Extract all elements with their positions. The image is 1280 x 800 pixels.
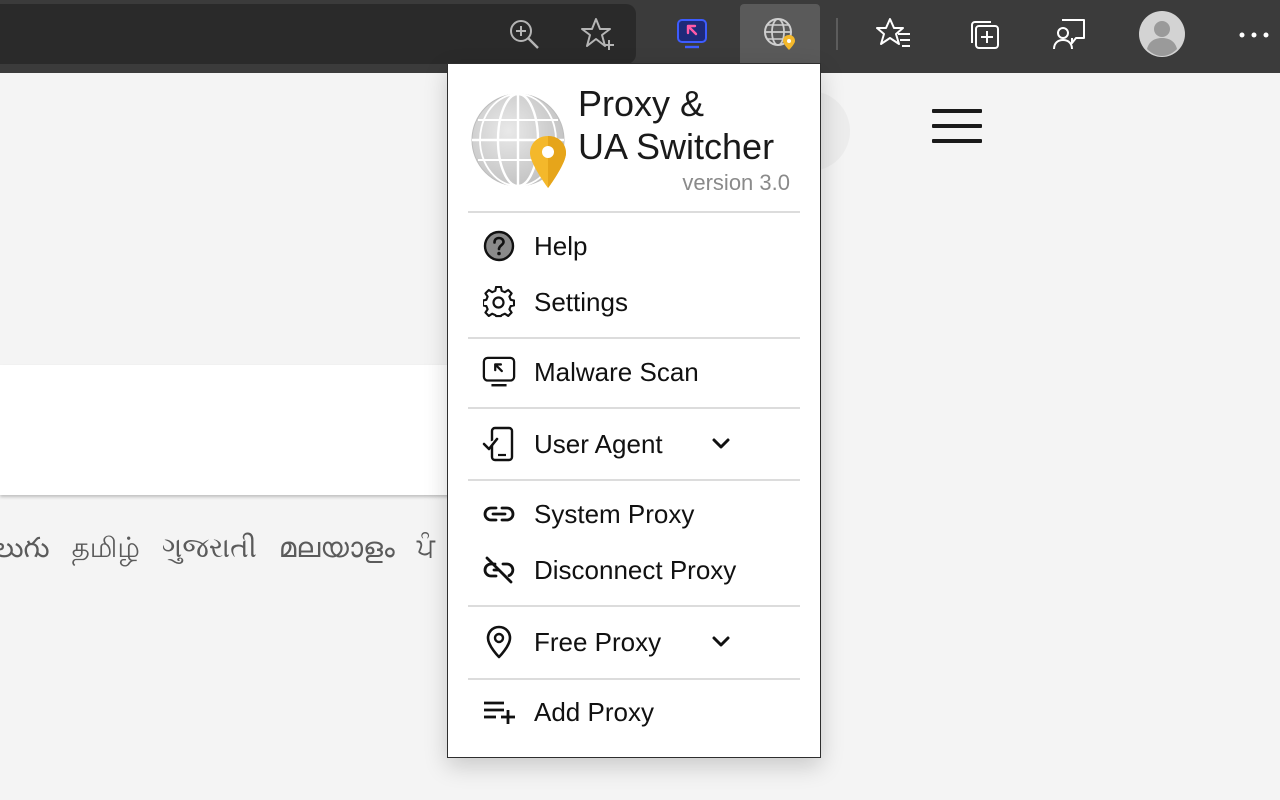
- language-links: లుగు தமிழ் ગુજરાતી മലയാളം ਪੰ: [0, 531, 457, 571]
- gear-icon: [482, 285, 516, 319]
- zoom-icon[interactable]: [502, 14, 546, 54]
- menu-item-add-proxy[interactable]: Add Proxy: [468, 687, 800, 737]
- divider: [468, 605, 800, 607]
- menu-item-label: User Agent: [534, 428, 663, 459]
- divider: [468, 678, 800, 680]
- link-icon: [482, 497, 516, 531]
- playlist-add-icon: [482, 695, 516, 729]
- menu-item-system-proxy[interactable]: System Proxy: [468, 489, 800, 539]
- menu-item-label: Settings: [534, 286, 628, 317]
- chevron-down-icon[interactable]: [710, 631, 732, 653]
- profile-avatar[interactable]: [1138, 10, 1186, 58]
- menu-item-label: Malware Scan: [534, 356, 699, 387]
- version-label: version 3.0: [682, 170, 790, 195]
- menu-item-free-proxy[interactable]: Free Proxy: [468, 617, 800, 667]
- menu-item-label: Help: [534, 230, 588, 261]
- menu-item-help[interactable]: Help: [468, 221, 800, 271]
- more-options-icon[interactable]: [1234, 20, 1274, 50]
- link-off-icon: [482, 553, 516, 587]
- language-link[interactable]: മലയാളം: [279, 531, 395, 564]
- menu-item-label: Add Proxy: [534, 696, 654, 727]
- proxy-extension-icon[interactable]: [740, 4, 820, 64]
- menu-item-user-agent[interactable]: User Agent: [468, 419, 800, 469]
- menu-item-label: Free Proxy: [534, 626, 662, 657]
- page-search-box[interactable]: [0, 365, 460, 495]
- proxy-switcher-popup: Proxy & UA Switcher version 3.0 Help Set…: [447, 63, 821, 758]
- favorites-icon[interactable]: [872, 14, 916, 54]
- divider: [468, 479, 800, 481]
- help-icon: [482, 229, 516, 263]
- menu-item-settings[interactable]: Settings: [468, 277, 800, 327]
- divider: [468, 337, 800, 339]
- language-link[interactable]: தமிழ்: [72, 531, 140, 564]
- device-check-icon: [482, 426, 516, 462]
- language-link[interactable]: ਪੰ: [417, 531, 435, 564]
- add-favorite-icon[interactable]: [576, 14, 620, 54]
- divider: [468, 211, 800, 213]
- language-link[interactable]: లుగు: [0, 531, 50, 564]
- popup-title-line2: UA Switcher: [578, 126, 775, 167]
- menu-item-malware-scan[interactable]: Malware Scan: [468, 347, 800, 397]
- divider: [468, 407, 800, 409]
- menu-item-label: System Proxy: [534, 498, 695, 529]
- location-pin-icon: [482, 625, 516, 659]
- feedback-icon[interactable]: [1048, 14, 1092, 54]
- hamburger-menu-icon[interactable]: [932, 109, 982, 143]
- malware-scan-extension-icon[interactable]: [668, 12, 716, 56]
- menu-item-label: Disconnect Proxy: [534, 554, 737, 585]
- collections-icon[interactable]: [962, 14, 1006, 54]
- language-link[interactable]: ગુજરાતી: [162, 531, 257, 564]
- globe-pin-logo-icon: [470, 92, 570, 192]
- menu-item-disconnect-proxy[interactable]: Disconnect Proxy: [468, 545, 800, 595]
- toolbar-separator: [836, 18, 838, 50]
- popup-title-line1: Proxy &: [578, 83, 705, 124]
- chevron-down-icon[interactable]: [710, 433, 732, 455]
- popup-header: Proxy & UA Switcher version 3.0: [448, 64, 820, 212]
- monitor-scan-icon: [482, 355, 516, 389]
